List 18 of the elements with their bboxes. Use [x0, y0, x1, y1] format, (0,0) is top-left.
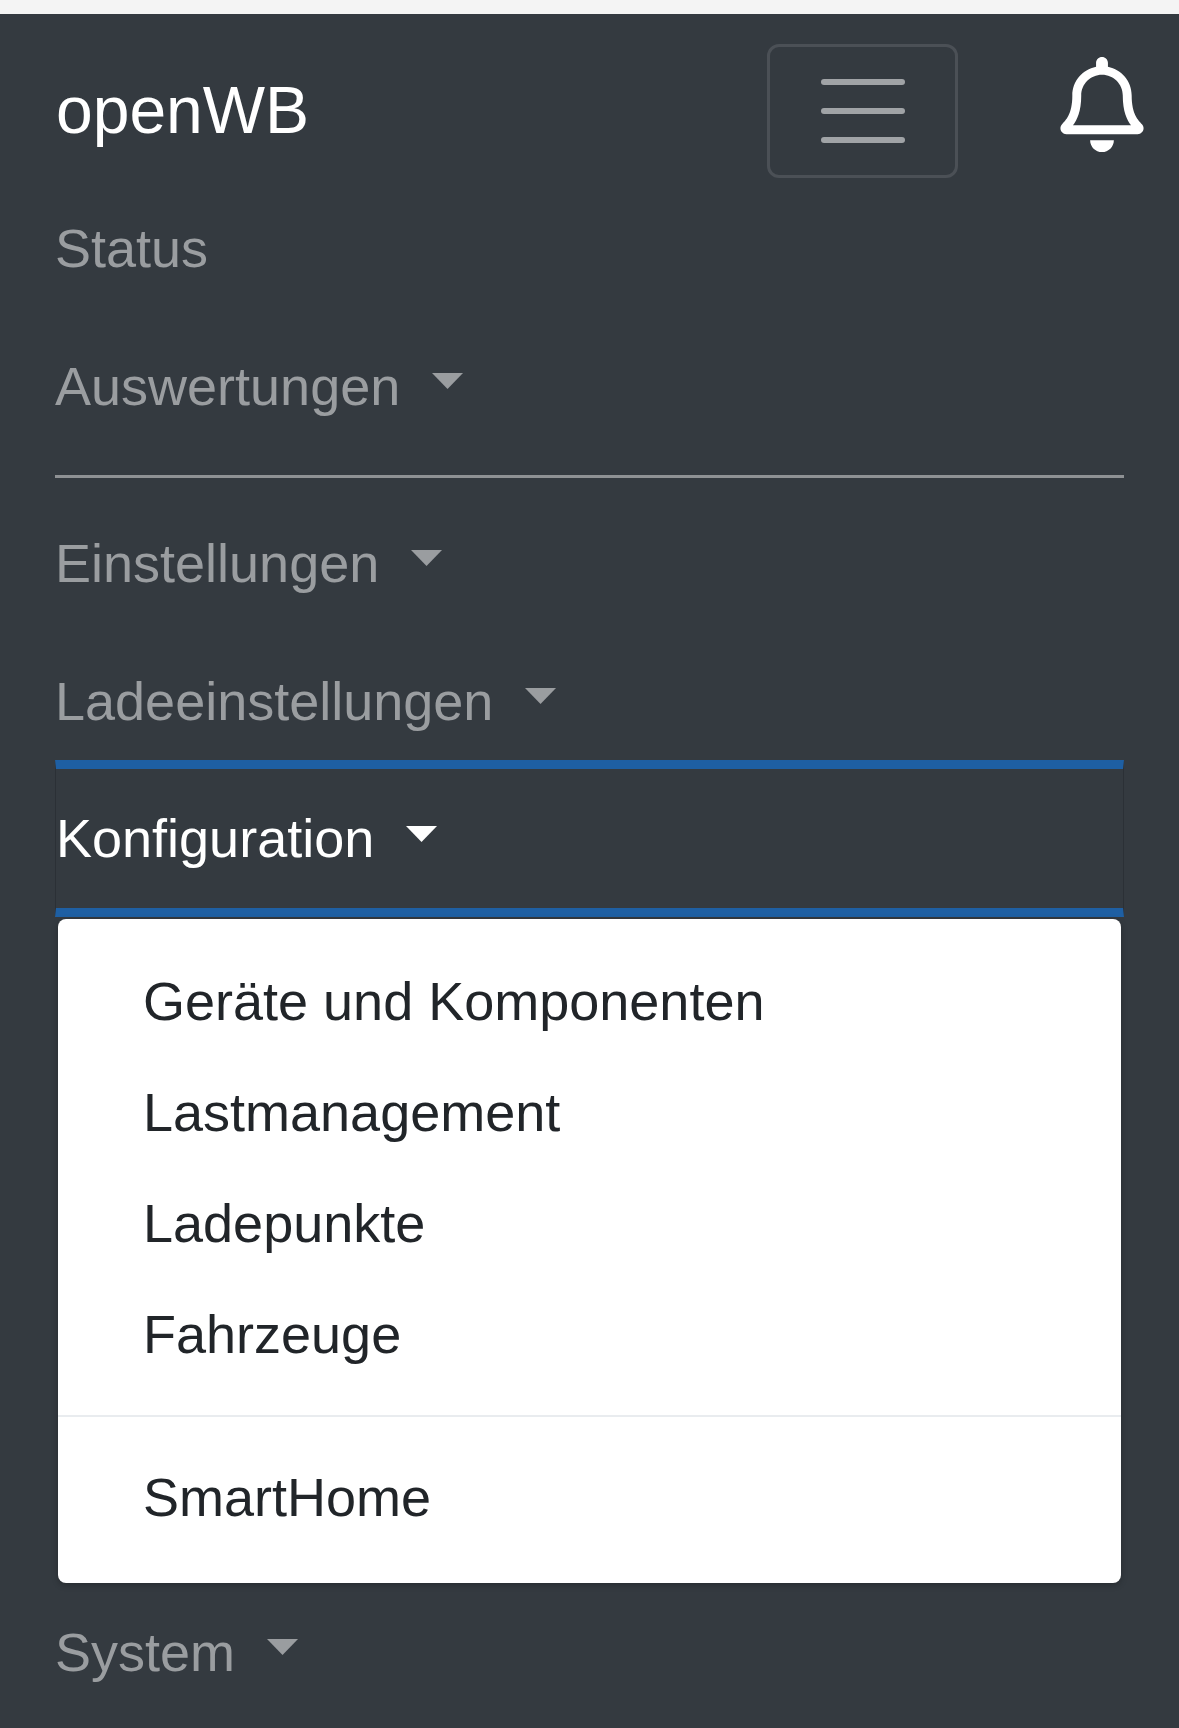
menu-icon: [820, 79, 905, 143]
dropdown-item[interactable]: Ladepunkte: [58, 1168, 1121, 1279]
dropdown-item[interactable]: SmartHome: [58, 1442, 1121, 1553]
nav-link[interactable]: Auswertungen: [55, 317, 1124, 455]
caret-icon: [525, 688, 557, 704]
menu-button[interactable]: [767, 44, 958, 178]
bell-icon[interactable]: [1058, 57, 1146, 152]
nav-link[interactable]: Einstellungen: [55, 494, 1124, 632]
caret-icon: [432, 373, 464, 389]
nav-link[interactable]: System: [55, 1583, 1124, 1721]
caret-icon: [411, 550, 443, 566]
brand-link[interactable]: openWB: [56, 70, 310, 150]
dropdown-item[interactable]: Fahrzeuge: [58, 1279, 1121, 1390]
dropdown-item[interactable]: Lastmanagement: [58, 1057, 1121, 1168]
dropdown-item[interactable]: Geräte und Komponenten: [58, 946, 1121, 1057]
caret-icon: [267, 1639, 299, 1655]
nav-link[interactable]: Status: [55, 179, 1124, 317]
caret-icon: [406, 825, 438, 842]
